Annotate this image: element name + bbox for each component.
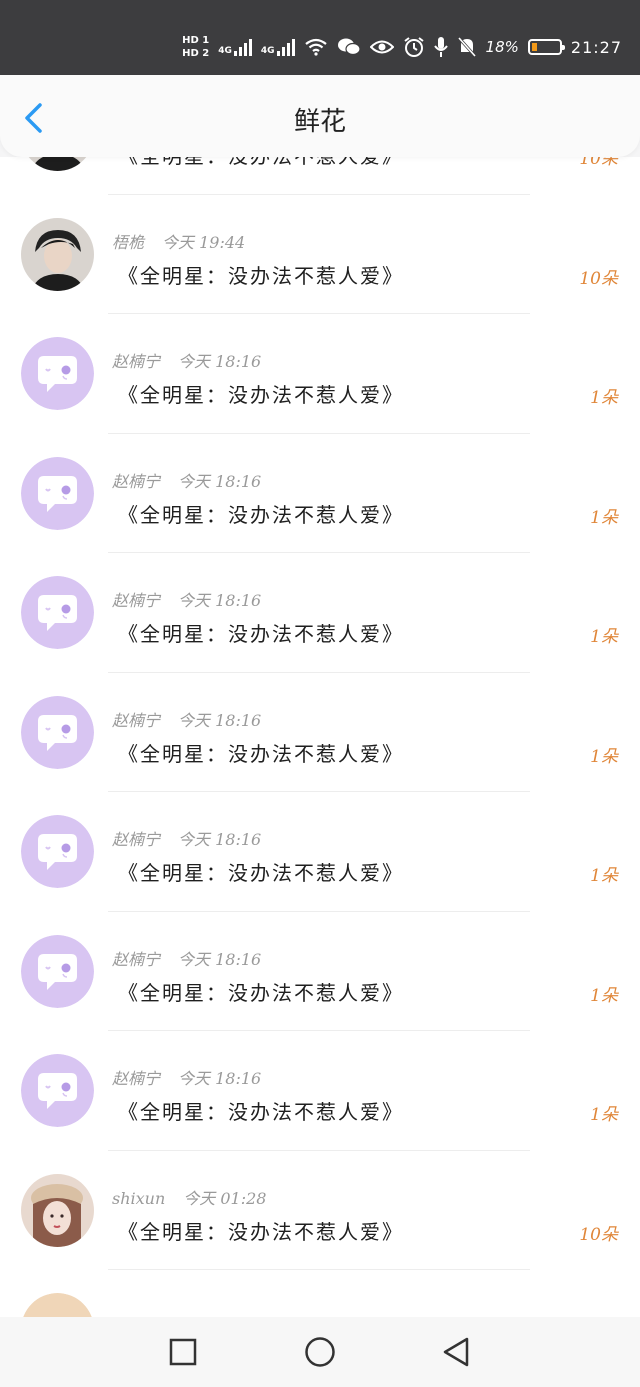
wechat-icon	[337, 38, 361, 56]
flower-count: 1朵	[590, 507, 618, 528]
sender-meta: 赵楠宁 今天 18:16	[112, 946, 261, 970]
gift-row[interactable]: 赵楠宁 今天 18:16 《全明星：没办法不惹人爱》 1朵	[0, 672, 640, 792]
send-time: 今天 01:28	[183, 1188, 267, 1208]
gift-book-title: 《全明星：没办法不惹人爱》	[118, 383, 404, 407]
square-icon[interactable]	[166, 1335, 200, 1369]
gift-row[interactable]: 梧桅 今天 19:44 《全明星：没办法不惹人爱》 10朵	[0, 194, 640, 314]
clock: 21:27	[570, 37, 622, 57]
status-icons: HD 1 HD 2 4G 4G 18% 21:27	[182, 30, 622, 64]
eye-icon	[369, 40, 394, 54]
gift-book-title: 《全明星：没办法不惹人爱》	[118, 1219, 404, 1244]
gift-row[interactable]: 赵楠宁 今天 18:16 《全明星：没办法不惹人爱》 1朵	[0, 792, 640, 912]
gift-book-title: 《全明星：没办法不惹人爱》	[118, 157, 404, 169]
sender-meta: 赵楠宁 今天 18:16	[112, 587, 261, 611]
flower-count: 10朵	[579, 1224, 618, 1245]
sender-meta: 赵楠宁 今天 18:16	[112, 707, 261, 731]
avatar[interactable]	[21, 1173, 94, 1247]
alarm-icon	[403, 37, 424, 57]
gift-row[interactable]: 赵楠宁 今天 18:16 《全明星：没办法不惹人爱》 1朵	[0, 911, 640, 1031]
gift-row[interactable]: 《全明星：没办法不惹人爱》 10朵	[0, 157, 640, 195]
send-time: 今天 18:16	[178, 1069, 262, 1088]
avatar[interactable]	[21, 456, 94, 530]
gift-row[interactable]: shixun 今天 01:28 《全明星：没办法不惹人爱》 10朵	[0, 1150, 640, 1270]
sender-meta: 赵楠宁 今天 18:16	[112, 468, 261, 492]
app-header: 鲜花	[0, 75, 640, 157]
hd-indicator: HD 1 HD 2	[182, 34, 209, 60]
gift-row[interactable]: 赵楠宁 今天 18:16 《全明星：没办法不惹人爱》 1朵	[0, 433, 640, 553]
sender-meta: 梧桅 今天 19:44	[112, 229, 245, 253]
gift-book-title: 《全明星：没办法不惹人爱》	[118, 980, 404, 1005]
flower-count: 1朵	[590, 866, 618, 886]
sender-meta: shixun 今天 01:28	[112, 1185, 266, 1209]
signal-1-icon	[233, 38, 252, 56]
gift-book-title: 《全明星：没办法不惹人爱》	[118, 263, 404, 288]
avatar[interactable]	[21, 815, 94, 888]
triangle-back-icon[interactable]	[439, 1335, 473, 1369]
send-time: 今天 18:16	[178, 830, 262, 849]
send-time: 今天 18:16	[178, 710, 262, 730]
avatar[interactable]	[21, 1054, 94, 1127]
flower-count: 1朵	[590, 627, 618, 647]
sender-name: 赵楠宁	[112, 710, 161, 730]
avatar[interactable]	[21, 157, 94, 171]
avatar[interactable]	[21, 695, 94, 769]
send-time: 今天 18:16	[178, 591, 262, 610]
flower-count: 10朵	[579, 268, 618, 289]
gift-book-title: 《全明星：没办法不惹人爱》	[118, 622, 404, 646]
sender-name: 赵楠宁	[112, 591, 161, 610]
gift-book-title: 《全明星：没办法不惹人爱》	[118, 1100, 404, 1124]
gift-row[interactable]	[0, 1270, 640, 1317]
hd2-label: HD 2	[182, 48, 210, 59]
sender-name: 赵楠宁	[112, 471, 161, 491]
flower-count: 1朵	[590, 388, 618, 408]
sender-name: shixun	[112, 1188, 166, 1208]
sender-meta: 赵楠宁 今天 18:16	[112, 348, 261, 372]
send-time: 今天 18:16	[178, 471, 262, 491]
circle-icon[interactable]	[303, 1335, 337, 1369]
sender-name: 赵楠宁	[112, 1069, 161, 1088]
send-time: 今天 18:16	[178, 949, 262, 969]
status-bar: HD 1 HD 2 4G 4G 18% 21:27	[0, 0, 640, 75]
gift-row[interactable]: 赵楠宁 今天 18:16 《全明星：没办法不惹人爱》 1朵	[0, 314, 640, 434]
sender-meta	[112, 1304, 130, 1317]
sender-meta: 赵楠宁 今天 18:16	[112, 1065, 261, 1089]
sender-name: 赵楠宁	[112, 830, 161, 849]
gift-book-title: 《全明星：没办法不惹人爱》	[118, 502, 404, 527]
gift-book-title: 《全明星：没办法不惹人爱》	[118, 861, 404, 885]
avatar[interactable]	[21, 337, 94, 410]
battery-icon	[527, 39, 565, 55]
gift-book-title: 《全明星：没办法不惹人爱》	[118, 741, 404, 766]
gift-list[interactable]: 《全明星：没办法不惹人爱》10朵梧桅今天 19:44《全明星：没办法不惹人爱》1…	[0, 157, 640, 1317]
avatar[interactable]	[21, 1293, 94, 1317]
send-time: 今天 18:16	[178, 352, 262, 371]
system-nav-bar	[0, 1317, 640, 1387]
gift-row[interactable]: 赵楠宁 今天 18:16 《全明星：没办法不惹人爱》 1朵	[0, 553, 640, 673]
microphone-icon	[433, 37, 448, 57]
wifi-icon	[304, 38, 327, 56]
send-time: 今天 19:44	[162, 232, 246, 252]
avatar[interactable]	[21, 934, 94, 1008]
flower-count: 1朵	[590, 1105, 618, 1125]
network-type-2: 4G	[260, 46, 275, 56]
sender-meta: 赵楠宁 今天 18:16	[112, 826, 261, 850]
page-title: 鲜花	[293, 107, 346, 137]
flower-count: 10朵	[579, 157, 618, 169]
flower-count: 1朵	[590, 746, 618, 767]
sender-name: 赵楠宁	[112, 949, 161, 969]
gift-row[interactable]: 赵楠宁 今天 18:16 《全明星：没办法不惹人爱》 1朵	[0, 1031, 640, 1151]
avatar[interactable]	[21, 217, 94, 291]
hd1-label: HD 1	[182, 35, 210, 46]
sender-name: 梧桅	[112, 232, 145, 252]
battery-percent: 18%	[485, 38, 519, 56]
flower-count: 1朵	[590, 985, 618, 1006]
avatar[interactable]	[21, 576, 94, 649]
mute-bell-icon	[457, 37, 476, 57]
signal-2-icon	[276, 38, 295, 56]
sender-name: 赵楠宁	[112, 352, 161, 371]
network-type-1: 4G	[218, 46, 232, 56]
